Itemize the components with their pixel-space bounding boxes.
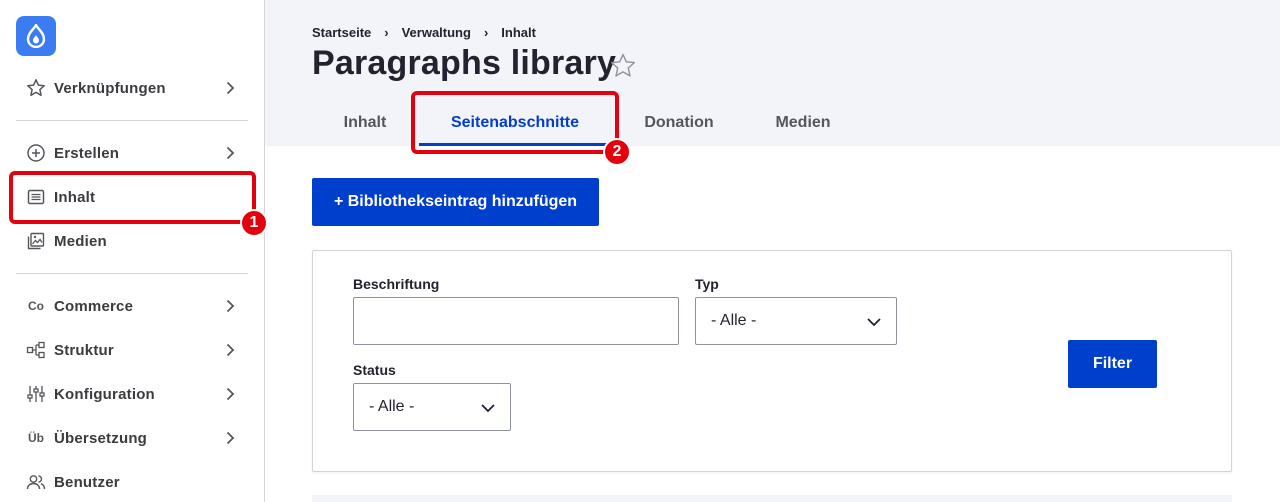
type-select-value: - Alle -: [711, 312, 757, 329]
sidebar-divider: [16, 273, 248, 274]
label-filter-input[interactable]: [353, 297, 679, 345]
filter-submit-button[interactable]: Filter: [1068, 340, 1157, 388]
commerce-abbrev-icon: Co: [28, 299, 44, 313]
sidebar-item-label: Übersetzung: [54, 429, 148, 447]
sidebar-item-label: Verknüpfungen: [54, 79, 166, 97]
breadcrumb: Startseite › Verwaltung › Inhalt: [312, 25, 536, 40]
structure-icon: [26, 340, 46, 360]
chevron-down-icon: [867, 318, 881, 327]
tab-content[interactable]: Inhalt: [312, 100, 418, 146]
callout-highlight-1: [9, 171, 256, 224]
sidebar-item-configuration[interactable]: Konfiguration: [16, 372, 248, 416]
page-title: Paragraphs library: [312, 44, 617, 82]
status-select-value: - Alle -: [369, 398, 415, 415]
tab-donation[interactable]: Donation: [610, 100, 748, 146]
chevron-right-icon: ›: [483, 25, 489, 40]
plus-circle-icon: [26, 143, 46, 163]
drupal-drop-icon: [26, 24, 46, 48]
drupal-logo[interactable]: [16, 16, 56, 56]
label-field-label: Beschriftung: [353, 276, 440, 292]
sidebar-item-translation[interactable]: Üb Übersetzung: [16, 416, 248, 460]
sidebar-item-label: Konfiguration: [54, 385, 155, 403]
sidebar-item-structure[interactable]: Struktur: [16, 328, 248, 372]
callout-badge-1: 1: [240, 209, 268, 237]
sidebar-item-label: Medien: [54, 232, 107, 250]
sidebar-item-users[interactable]: Benutzer: [16, 460, 248, 502]
sidebar-item-label: Erstellen: [54, 144, 120, 162]
table-header-strip: [312, 495, 1232, 502]
type-field-label: Typ: [695, 276, 719, 292]
chevron-right-icon: [226, 387, 235, 401]
sidebar-item-media[interactable]: Medien: [16, 219, 248, 263]
translation-abbrev-icon: Üb: [28, 431, 44, 445]
breadcrumb-link-home[interactable]: Startseite: [312, 25, 371, 40]
chevron-right-icon: [226, 146, 235, 160]
add-library-item-button[interactable]: + Bibliothekseintrag hinzufügen: [312, 178, 599, 226]
breadcrumb-link-content[interactable]: Inhalt: [501, 25, 536, 40]
type-select[interactable]: - Alle -: [695, 297, 897, 345]
favorite-star-icon[interactable]: [609, 52, 637, 80]
star-icon: [26, 78, 46, 98]
callout-highlight-2: [411, 91, 619, 154]
chevron-right-icon: ›: [384, 25, 389, 40]
sidebar-item-create[interactable]: Erstellen: [16, 131, 248, 175]
sidebar-item-shortcuts[interactable]: Verknüpfungen: [16, 66, 248, 110]
sliders-icon: [26, 384, 46, 404]
chevron-down-icon: [481, 404, 495, 413]
chevron-right-icon: [226, 81, 235, 95]
status-select[interactable]: - Alle -: [353, 383, 511, 431]
sidebar-item-label: Benutzer: [54, 473, 120, 491]
tab-media[interactable]: Medien: [748, 100, 858, 146]
users-icon: [26, 472, 46, 492]
sidebar-item-commerce[interactable]: Co Commerce: [16, 284, 248, 328]
chevron-right-icon: [226, 431, 235, 445]
breadcrumb-link-admin[interactable]: Verwaltung: [402, 25, 471, 40]
filter-panel: Beschriftung Typ - Alle - Status - Alle …: [312, 250, 1232, 472]
sidebar: Verknüpfungen Erstellen Inhalt Medien Co…: [0, 0, 265, 502]
sidebar-item-label: Commerce: [54, 297, 134, 315]
sidebar-item-label: Struktur: [54, 341, 114, 359]
sidebar-divider: [16, 120, 248, 121]
chevron-right-icon: [226, 343, 235, 357]
chevron-right-icon: [226, 299, 235, 313]
callout-badge-2: 2: [603, 138, 631, 166]
image-icon: [26, 231, 46, 251]
status-field-label: Status: [353, 362, 396, 378]
